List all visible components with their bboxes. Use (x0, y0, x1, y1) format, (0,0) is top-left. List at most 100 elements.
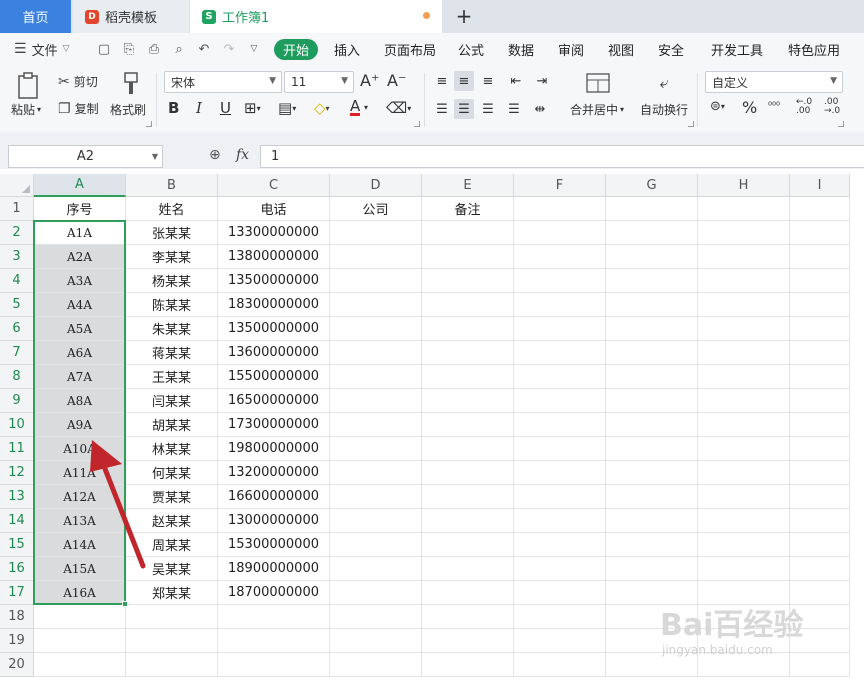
align-top-icon[interactable]: ≡ (432, 71, 452, 91)
select-all-button[interactable] (0, 174, 34, 197)
decrease-indent-icon[interactable]: ⇤ (506, 71, 526, 91)
cell-d3[interactable] (330, 245, 422, 269)
row-header-13[interactable]: 13 (0, 485, 34, 509)
cell-g5[interactable] (606, 293, 698, 317)
cell-d5[interactable] (330, 293, 422, 317)
format-painter-label[interactable]: 格式刷 (110, 101, 146, 118)
cell-h7[interactable] (698, 341, 790, 365)
cell-f19[interactable] (514, 629, 606, 653)
cell-d17[interactable] (330, 581, 422, 605)
cell-b14[interactable]: 赵某某 (126, 509, 218, 533)
cell-g3[interactable] (606, 245, 698, 269)
cell-d15[interactable] (330, 533, 422, 557)
cell-a17[interactable]: A16A (34, 581, 126, 605)
cell-e3[interactable] (422, 245, 514, 269)
cell-a12[interactable]: A11A (34, 461, 126, 485)
column-header-c[interactable]: C (218, 174, 330, 197)
cell-g13[interactable] (606, 485, 698, 509)
cell-e2[interactable] (422, 221, 514, 245)
cell-d20[interactable] (330, 653, 422, 677)
cell-h5[interactable] (698, 293, 790, 317)
insert-function-button[interactable]: fx (236, 147, 249, 163)
font-color-icon[interactable]: A (350, 99, 361, 116)
cell-e6[interactable] (422, 317, 514, 341)
cell-c5[interactable]: 18300000000 (218, 293, 330, 317)
cell-h15[interactable] (698, 533, 790, 557)
cell-i10[interactable] (790, 413, 850, 437)
number-format-select[interactable]: 自定义 ▼ (705, 71, 843, 93)
cell-c7[interactable]: 13600000000 (218, 341, 330, 365)
cell-c13[interactable]: 16600000000 (218, 485, 330, 509)
row-header-3[interactable]: 3 (0, 245, 34, 269)
cell-c3[interactable]: 13800000000 (218, 245, 330, 269)
cell-g16[interactable] (606, 557, 698, 581)
formula-input[interactable]: 1 (260, 145, 864, 168)
cell-e11[interactable] (422, 437, 514, 461)
cell-a14[interactable]: A13A (34, 509, 126, 533)
cell-c20[interactable] (218, 653, 330, 677)
copy-button[interactable]: ❐ 复制 (58, 100, 99, 117)
merge-center-icon[interactable] (584, 71, 612, 95)
cell-h4[interactable] (698, 269, 790, 293)
row-header-19[interactable]: 19 (0, 629, 34, 653)
new-tab-button[interactable]: + (452, 4, 476, 28)
cell-f15[interactable] (514, 533, 606, 557)
cell-g9[interactable] (606, 389, 698, 413)
tab-home[interactable]: 首页 (0, 0, 71, 33)
align-left-icon[interactable]: ☰ (432, 99, 452, 119)
cell-e17[interactable] (422, 581, 514, 605)
cell-b5[interactable]: 陈某某 (126, 293, 218, 317)
column-header-f[interactable]: F (514, 174, 606, 197)
decrease-decimal-icon[interactable]: .00 →.0 (824, 98, 840, 116)
row-header-17[interactable]: 17 (0, 581, 34, 605)
menu-data[interactable]: 数据 (508, 33, 534, 65)
cell-a15[interactable]: A14A (34, 533, 126, 557)
cell-f13[interactable] (514, 485, 606, 509)
cell-d9[interactable] (330, 389, 422, 413)
highlight-icon[interactable]: ◇ ▾ (314, 99, 330, 117)
cell-f16[interactable] (514, 557, 606, 581)
cell-f4[interactable] (514, 269, 606, 293)
cell-c16[interactable]: 18900000000 (218, 557, 330, 581)
cell-f3[interactable] (514, 245, 606, 269)
menu-developer[interactable]: 开发工具 (711, 33, 763, 65)
cell-e4[interactable] (422, 269, 514, 293)
cell-g12[interactable] (606, 461, 698, 485)
cell-c9[interactable]: 16500000000 (218, 389, 330, 413)
paste-button[interactable] (14, 71, 44, 101)
cell-d6[interactable] (330, 317, 422, 341)
cell-i20[interactable] (790, 653, 850, 677)
cell-h11[interactable] (698, 437, 790, 461)
column-header-a[interactable]: A (34, 174, 126, 197)
cell-d8[interactable] (330, 365, 422, 389)
cell-e9[interactable] (422, 389, 514, 413)
menu-review[interactable]: 审阅 (558, 33, 584, 65)
cell-a8[interactable]: A7A (34, 365, 126, 389)
cell-e5[interactable] (422, 293, 514, 317)
cell-h9[interactable] (698, 389, 790, 413)
zoom-lookup-icon[interactable]: ⊕ (209, 147, 221, 163)
cell-d19[interactable] (330, 629, 422, 653)
cell-i7[interactable] (790, 341, 850, 365)
row-header-8[interactable]: 8 (0, 365, 34, 389)
cell-a16[interactable]: A15A (34, 557, 126, 581)
cell-f5[interactable] (514, 293, 606, 317)
cell-e18[interactable] (422, 605, 514, 629)
cell-g10[interactable] (606, 413, 698, 437)
cell-h12[interactable] (698, 461, 790, 485)
cell-a1[interactable]: 序号 (34, 197, 126, 221)
clipboard-launcher-icon[interactable] (146, 121, 152, 127)
cell-c17[interactable]: 18700000000 (218, 581, 330, 605)
cell-a20[interactable] (34, 653, 126, 677)
number-launcher-icon[interactable] (838, 121, 844, 127)
alignment-launcher-icon[interactable] (688, 121, 694, 127)
cell-g14[interactable] (606, 509, 698, 533)
cell-b18[interactable] (126, 605, 218, 629)
redo-icon[interactable]: ↷ (221, 41, 237, 57)
cell-a2[interactable]: A1A (34, 221, 126, 245)
menu-start[interactable]: 开始 (274, 39, 318, 60)
cell-d4[interactable] (330, 269, 422, 293)
column-header-b[interactable]: B (126, 174, 218, 197)
cell-h8[interactable] (698, 365, 790, 389)
cell-a13[interactable]: A12A (34, 485, 126, 509)
